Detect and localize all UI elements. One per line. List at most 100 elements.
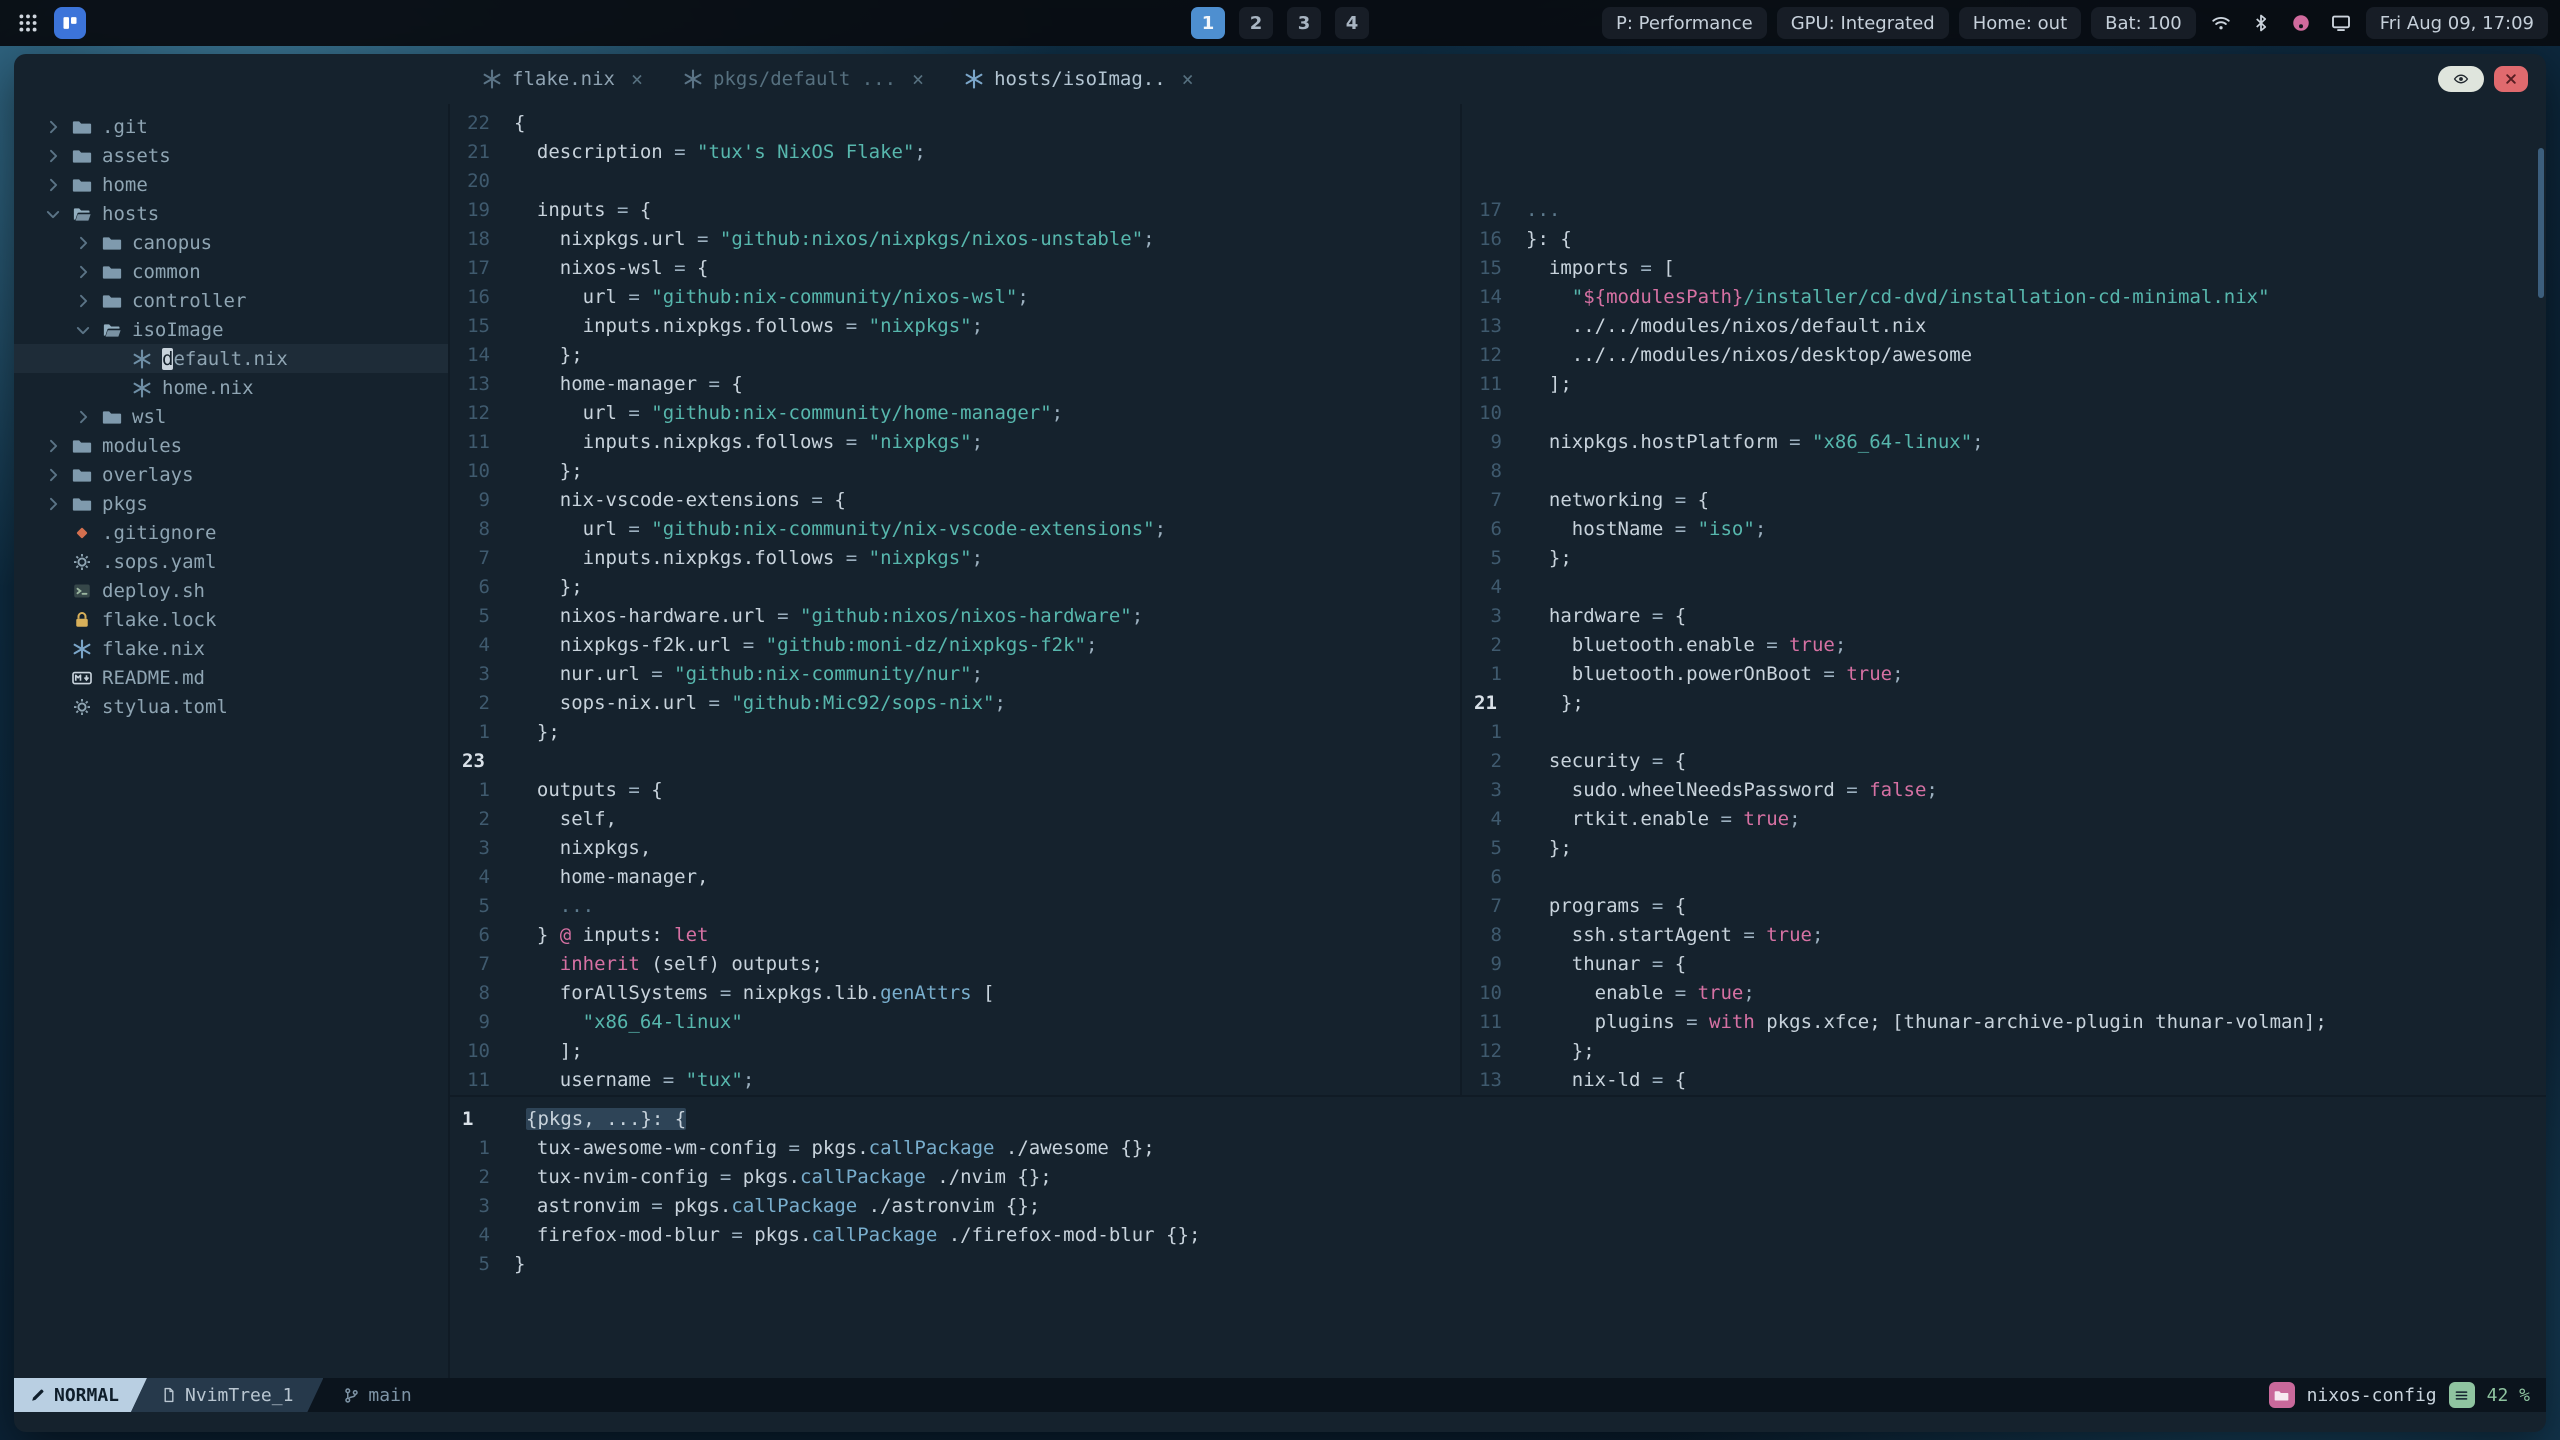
tray-palette-button[interactable] bbox=[2286, 7, 2316, 39]
launcher-apps-grid-button[interactable] bbox=[12, 7, 44, 39]
tree-item-hosts[interactable]: hosts bbox=[14, 199, 448, 228]
workspace-1[interactable]: 1 bbox=[1191, 7, 1225, 39]
line-number: 10 bbox=[467, 460, 490, 482]
code-line: 14 "${modulesPath}/installer/cd-dvd/inst… bbox=[1462, 283, 2546, 312]
chevron-right-icon bbox=[44, 466, 62, 484]
tree-item-label: home.nix bbox=[162, 376, 254, 399]
tree-item-deploy-sh[interactable]: deploy.sh bbox=[14, 576, 448, 605]
code-text: }; bbox=[1526, 547, 1572, 569]
workspace-3[interactable]: 3 bbox=[1287, 7, 1321, 39]
tree-item-flake-nix[interactable]: flake.nix bbox=[14, 634, 448, 663]
close-icon bbox=[2503, 71, 2519, 87]
code-line: 1 bbox=[1462, 718, 2546, 747]
tree-item-isoimage[interactable]: isoImage bbox=[14, 315, 448, 344]
file-tree[interactable]: .git assets home hosts canopus common controll… bbox=[14, 104, 450, 1378]
tree-item-wsl[interactable]: wsl bbox=[14, 402, 448, 431]
folder-icon bbox=[72, 465, 92, 485]
line-number: 2 bbox=[478, 808, 490, 830]
line-number: 12 bbox=[1479, 344, 1502, 366]
tab-pkgs-default[interactable]: pkgs/default ... × bbox=[663, 54, 944, 104]
tray-wifi-button[interactable] bbox=[2206, 7, 2236, 39]
line-number: 14 bbox=[467, 344, 490, 366]
folder-icon bbox=[102, 407, 122, 427]
eye-button[interactable] bbox=[2438, 66, 2484, 92]
line-number: 7 bbox=[1490, 895, 1502, 917]
chevron-right-icon bbox=[74, 234, 92, 252]
status-widget-home: Home: out bbox=[1958, 7, 2082, 39]
line-number: 6 bbox=[478, 576, 490, 598]
code-text: outputs = { bbox=[514, 779, 663, 801]
tab-hosts-isoimag[interactable]: hosts/isoImag.. × bbox=[944, 54, 1214, 104]
tree-item-pkgs[interactable]: pkgs bbox=[14, 489, 448, 518]
code-text: }; bbox=[1526, 837, 1572, 859]
close-button[interactable] bbox=[2494, 66, 2528, 92]
workspace-2[interactable]: 2 bbox=[1239, 7, 1273, 39]
tree-item-stylua-toml[interactable]: stylua.toml bbox=[14, 692, 448, 721]
folder-icon bbox=[102, 233, 122, 253]
line-number: 18 bbox=[467, 228, 490, 250]
line-number: 2 bbox=[478, 692, 490, 714]
code-line: 7 networking = { bbox=[1462, 486, 2546, 515]
code-text: }; bbox=[514, 460, 583, 482]
code-text: home-manager = { bbox=[514, 373, 743, 395]
code-line: 17... bbox=[1462, 196, 2546, 225]
editor-flake-nix[interactable]: 22{21 description = "tux's NixOS Flake";… bbox=[450, 104, 1462, 1095]
tab-close-button[interactable]: × bbox=[631, 67, 643, 91]
tree-item-assets[interactable]: assets bbox=[14, 141, 448, 170]
wifi-icon bbox=[2211, 13, 2231, 33]
shell-icon bbox=[72, 581, 92, 601]
line-number: 9 bbox=[478, 1011, 490, 1033]
tray-bluetooth-button[interactable] bbox=[2246, 7, 2276, 39]
tree-item-overlays[interactable]: overlays bbox=[14, 460, 448, 489]
line-number: 20 bbox=[467, 170, 490, 192]
tree-item-home[interactable]: home bbox=[14, 170, 448, 199]
tree-item-modules[interactable]: modules bbox=[14, 431, 448, 460]
code-line: 10 }; bbox=[450, 457, 1460, 486]
tab-close-button[interactable]: × bbox=[1182, 67, 1194, 91]
code-line: 13 ../../modules/nixos/default.nix bbox=[1462, 312, 2546, 341]
code-text: url = "github:nix-community/nix-vscode-e… bbox=[514, 518, 1167, 540]
line-number: 21 bbox=[467, 141, 490, 163]
line-number: 8 bbox=[478, 982, 490, 1004]
tab-flake-nix[interactable]: flake.nix × bbox=[462, 54, 663, 104]
workspace-4[interactable]: 4 bbox=[1335, 7, 1369, 39]
tree-item-common[interactable]: common bbox=[14, 257, 448, 286]
code-text: astronvim = pkgs.callPackage ./astronvim… bbox=[514, 1195, 1041, 1217]
scrollbar-thumb[interactable] bbox=[2538, 148, 2544, 298]
editor-iso-default-nix[interactable]: 17... 16}: {15 imports = [14 "${modulesPa… bbox=[1462, 104, 2546, 1095]
git-branch-icon bbox=[343, 1387, 360, 1404]
folder-icon bbox=[102, 291, 122, 311]
tree-item-default-nix[interactable]: default.nix bbox=[14, 344, 448, 373]
line-number: 13 bbox=[1479, 315, 1502, 337]
line-number: 23 bbox=[462, 750, 485, 772]
tree-item-flake-lock[interactable]: flake.lock bbox=[14, 605, 448, 634]
tree-item-canopus[interactable]: canopus bbox=[14, 228, 448, 257]
line-number: 8 bbox=[478, 518, 490, 540]
code-text: nixpkgs.url = "github:nixos/nixpkgs/nixo… bbox=[514, 228, 1155, 250]
code-text: ssh.startAgent = true; bbox=[1526, 924, 1824, 946]
launcher-wm-logo-button[interactable] bbox=[54, 7, 86, 39]
tree-item-label: README.md bbox=[102, 666, 205, 689]
clock-widget: Fri Aug 09, 17:09 bbox=[2365, 7, 2548, 39]
line-number: 15 bbox=[467, 315, 490, 337]
tree-item-sops-yaml[interactable]: .sops.yaml bbox=[14, 547, 448, 576]
editor-main: .git assets home hosts canopus common controll… bbox=[14, 104, 2546, 1378]
code-text: inputs = { bbox=[514, 199, 652, 221]
tree-item-controller[interactable]: controller bbox=[14, 286, 448, 315]
code-text: tux-awesome-wm-config = pkgs.callPackage… bbox=[514, 1137, 1155, 1159]
tree-item-label: .sops.yaml bbox=[102, 550, 217, 573]
line-number: 1 bbox=[1490, 721, 1502, 743]
editor-pkgs-default-nix[interactable]: 1 {pkgs, ...}: {1 tux-awesome-wm-config =… bbox=[450, 1095, 2546, 1378]
line-number: 19 bbox=[467, 199, 490, 221]
tree-item-gitignore[interactable]: .gitignore bbox=[14, 518, 448, 547]
tray-display-button[interactable] bbox=[2326, 7, 2356, 39]
tree-item-git[interactable]: .git bbox=[14, 112, 448, 141]
code-line: 10 ]; bbox=[450, 1037, 1460, 1066]
code-line: 5} bbox=[450, 1250, 2546, 1279]
tree-item-home-nix[interactable]: home.nix bbox=[14, 373, 448, 402]
tree-item-readme-md[interactable]: README.md bbox=[14, 663, 448, 692]
tab-close-button[interactable]: × bbox=[912, 67, 924, 91]
code-text: url = "github:nix-community/home-manager… bbox=[514, 402, 1064, 424]
line-number: 17 bbox=[467, 257, 490, 279]
line-number: 11 bbox=[1479, 373, 1502, 395]
